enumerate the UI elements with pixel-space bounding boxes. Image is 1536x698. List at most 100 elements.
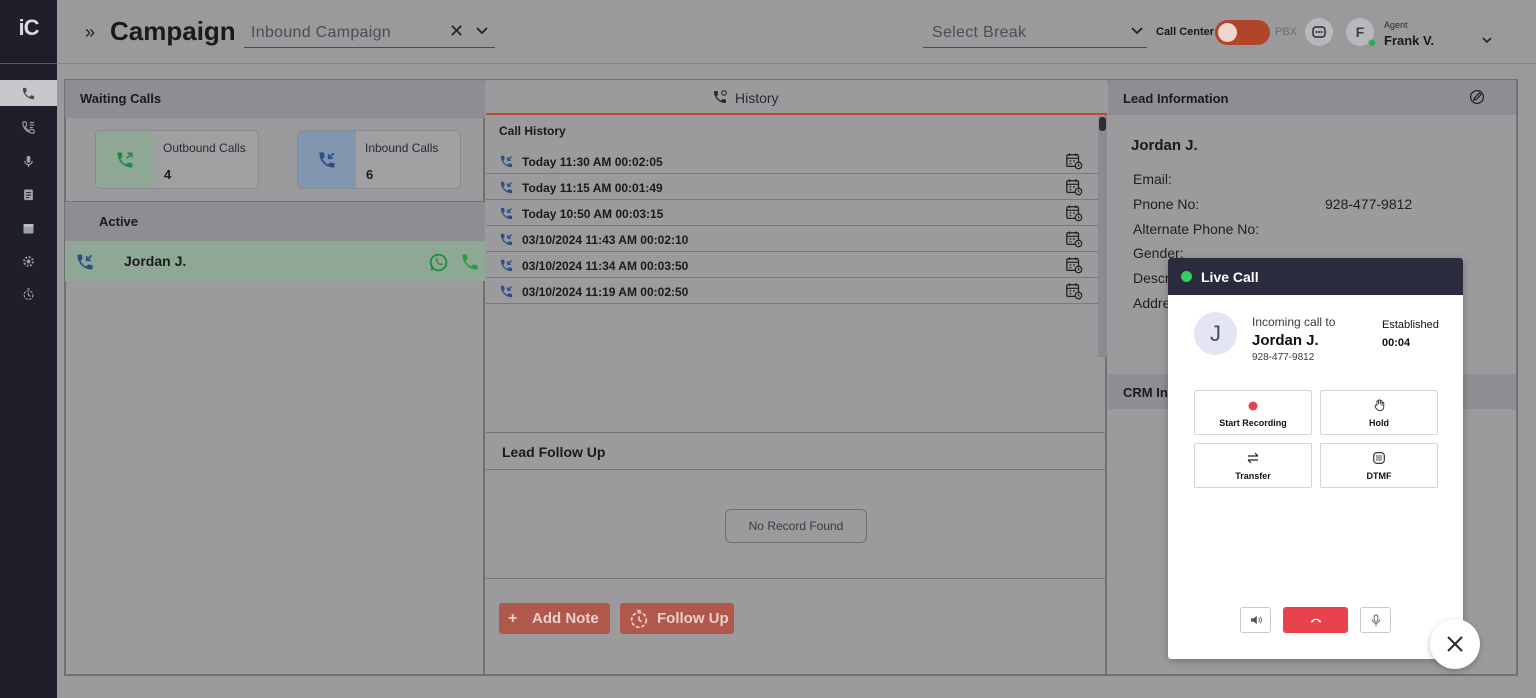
live-call-popup: Live Call J Incoming call to Jordan J. 9… [1168,258,1463,659]
sidebar-item-phone[interactable] [0,80,57,106]
active-caller-name: Jordan J. [124,253,187,269]
lead-phone-label: Pnone No: [1133,196,1200,212]
add-note-button[interactable]: + Add Note [499,603,610,634]
tab-history-label: History [735,90,779,106]
inbound-call-icon [500,285,513,298]
speaker-button[interactable] [1240,607,1271,633]
sidebar-item-calendar[interactable] [0,215,57,241]
follow-up-icon [630,609,648,629]
close-button[interactable] [1430,619,1480,669]
chat-button[interactable] [1305,18,1333,46]
call-answer-icon[interactable] [460,252,480,272]
start-recording-label: Start Recording [1219,418,1287,428]
lead-description-label: Descr [1133,270,1170,286]
plus-icon: + [508,610,518,627]
mute-button[interactable] [1360,607,1391,633]
inbound-call-icon [500,207,513,220]
inbound-call-icon [77,254,93,270]
chevron-down-icon[interactable] [1130,23,1144,37]
edit-icon[interactable] [1469,89,1485,105]
outbound-calls-card[interactable]: Outbound Calls 4 [95,130,259,189]
expand-sidebar-icon[interactable]: » [85,22,95,43]
break-select[interactable]: Select Break [923,17,1147,48]
call-history-row[interactable]: 03/10/2024 11:43 AM 00:02:10 [486,226,1098,252]
call-history-row[interactable]: 03/10/2024 11:34 AM 00:03:50 [486,252,1098,278]
call-history-entry: 03/10/2024 11:34 AM 00:03:50 [522,259,689,273]
active-call-row[interactable]: Jordan J. [65,241,485,281]
call-history-row[interactable]: Today 11:30 AM 00:02:05 [486,148,1098,174]
hang-up-button[interactable] [1283,607,1348,633]
lead-name: Jordan J. [1131,137,1198,154]
lead-follow-up-header: Lead Follow Up [486,432,1107,470]
hold-button[interactable]: Hold [1320,390,1438,435]
start-recording-button[interactable]: Start Recording [1194,390,1312,435]
inbound-calls-label: Inbound Calls [365,141,439,155]
schedule-calendar-icon[interactable] [1065,204,1083,222]
sidebar-item-settings[interactable] [0,248,57,274]
phone-icon [22,87,35,99]
agent-name[interactable]: Frank V. [1384,33,1434,48]
mode-toggle[interactable] [1215,20,1270,45]
history-scrollbar[interactable] [1098,116,1107,357]
add-note-label: Add Note [532,610,599,627]
call-history-row[interactable]: 03/10/2024 11:19 AM 00:02:50 [486,278,1098,304]
inbound-call-icon [500,181,513,194]
chevron-down-icon[interactable] [1480,33,1494,47]
sidebar-item-recordings[interactable] [0,148,57,174]
sidebar-item-follow-up[interactable] [0,281,57,307]
tab-history[interactable]: History [486,80,1107,115]
transfer-button[interactable]: Transfer [1194,443,1312,488]
call-history-icon [714,90,727,103]
agent-role: Agent [1384,20,1408,30]
mode-label-pbx: PBX [1275,26,1298,38]
call-history-row[interactable]: Today 11:15 AM 00:01:49 [486,174,1098,200]
schedule-calendar-icon[interactable] [1065,152,1083,170]
lead-address-label: Addre [1133,295,1171,311]
schedule-calendar-icon[interactable] [1065,178,1083,196]
keypad-icon [1321,451,1437,464]
scrollbar-thumb[interactable] [1099,117,1106,131]
record-icon [1195,398,1311,411]
sidebar: iC [0,0,57,698]
call-history-entry: Today 10:50 AM 00:03:15 [522,207,664,221]
no-record-badge: No Record Found [725,509,867,543]
campaign-select[interactable]: Inbound Campaign ✕ [244,17,495,48]
call-list-icon [22,120,35,134]
schedule-calendar-icon[interactable] [1065,230,1083,248]
hold-label: Hold [1369,418,1389,428]
call-history-row[interactable]: Today 10:50 AM 00:03:15 [486,200,1098,226]
whatsapp-icon[interactable] [428,252,449,273]
incoming-call-label: Incoming call to [1252,315,1336,329]
call-history-list: Today 11:30 AM 00:02:05 Today 11:15 AM 0… [486,148,1098,304]
schedule-calendar-icon[interactable] [1065,256,1083,274]
inbound-calls-card[interactable]: Inbound Calls 6 [297,130,461,189]
close-icon [1447,636,1463,652]
dtmf-button[interactable]: DTMF [1320,443,1438,488]
outbound-calls-label: Outbound Calls [163,141,246,155]
dtmf-label: DTMF [1366,471,1392,481]
crm-information-title: CRM In [1123,385,1168,400]
sidebar-item-calls[interactable] [0,114,57,140]
follow-up-label: Follow Up [657,610,729,627]
chevron-down-icon[interactable] [475,23,489,37]
clear-icon[interactable]: ✕ [449,21,464,42]
waiting-calls-title: Waiting Calls [80,91,162,106]
clipboard-icon [24,189,33,200]
call-history-entry: Today 11:30 AM 00:02:05 [522,155,663,169]
hang-up-icon [1310,618,1321,623]
call-history-entry: 03/10/2024 11:43 AM 00:02:10 [522,233,689,247]
calendar-icon [23,223,34,233]
speaker-icon [1250,615,1262,625]
live-call-header: Live Call [1168,258,1463,295]
call-timer: 00:04 [1382,337,1411,349]
schedule-calendar-icon[interactable] [1065,282,1083,300]
waiting-calls-panel: Waiting Calls Outbound Calls 4 Inbound C… [65,80,485,675]
sidebar-item-tasks[interactable] [0,181,57,207]
hand-icon [1321,398,1437,412]
call-history-entry: Today 11:15 AM 00:01:49 [522,181,663,195]
divider [486,578,1107,579]
chat-icon [1312,26,1326,38]
call-history-title: Call History [499,124,566,138]
lead-alt-phone-label: Alternate Phone No: [1133,221,1260,237]
follow-up-button[interactable]: Follow Up [620,603,734,634]
